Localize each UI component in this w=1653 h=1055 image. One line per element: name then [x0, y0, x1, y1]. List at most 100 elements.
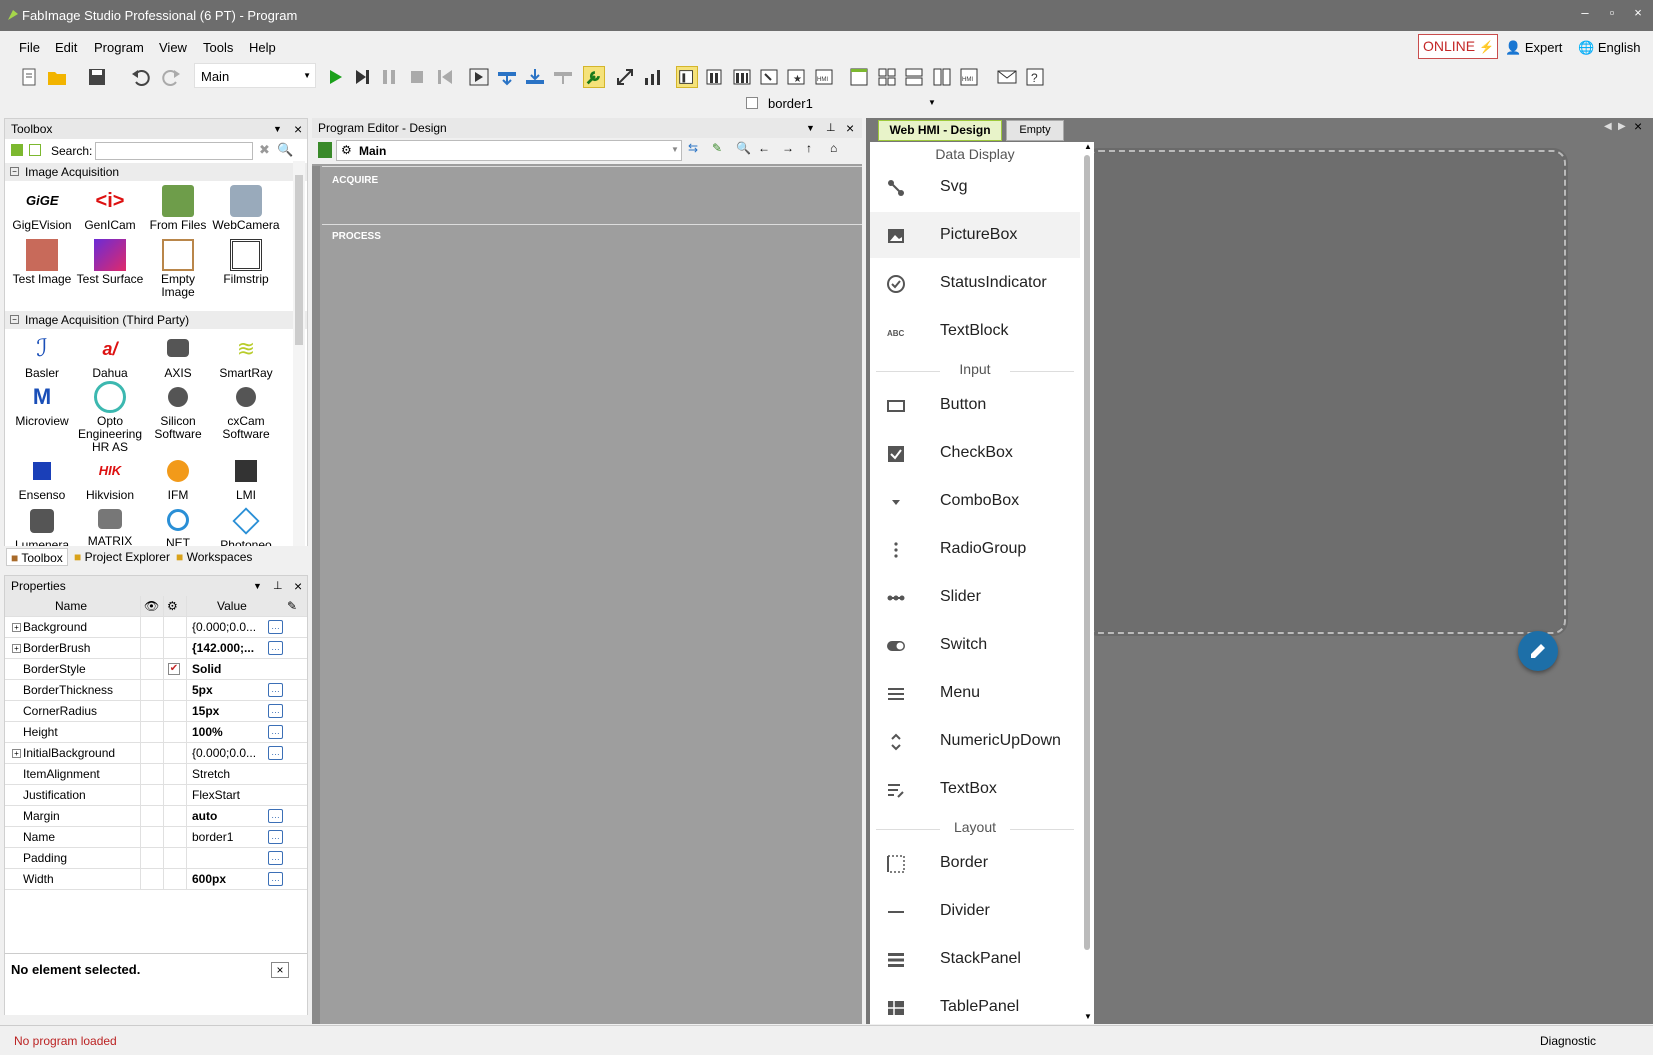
tool-test-surface[interactable]: Test Surface — [75, 239, 145, 286]
undo-icon[interactable] — [130, 66, 152, 88]
palette-item-border[interactable]: Border — [870, 840, 1080, 886]
new-file-icon[interactable] — [18, 66, 40, 88]
tool-webcamera[interactable]: WebCamera — [211, 185, 281, 232]
ellipsis-button[interactable]: … — [268, 809, 283, 823]
palette-item-tablepanel[interactable]: TablePanel — [870, 984, 1080, 1030]
ellipsis-button[interactable]: … — [268, 704, 283, 718]
grid-view-icon[interactable] — [11, 144, 23, 156]
run-icon[interactable] — [324, 66, 346, 88]
property-value[interactable]: Stretch — [192, 764, 230, 785]
menu-help[interactable]: Help — [249, 40, 276, 55]
step-over-icon[interactable] — [496, 66, 518, 88]
menu-file[interactable]: File — [19, 40, 40, 55]
palette-item-statusindicator[interactable]: StatusIndicator — [870, 260, 1080, 306]
tool-from-files[interactable]: From Files — [143, 185, 213, 232]
tool-genicam[interactable]: <i> GenICam — [75, 185, 145, 232]
palette-item-picturebox[interactable]: PictureBox — [870, 212, 1080, 258]
tab-toolbox[interactable]: ■ Toolbox — [6, 548, 68, 566]
palette-item-textblock[interactable]: ABC TextBlock — [870, 308, 1080, 354]
tool-axis[interactable]: AXIS — [143, 333, 213, 380]
tool-smartray[interactable]: ≋ SmartRay — [211, 333, 281, 380]
scroll-down-icon[interactable]: ▼ — [1084, 1012, 1092, 1021]
tab-workspaces[interactable]: ■ Workspaces — [176, 550, 252, 564]
tool-test-image[interactable]: Test Image — [7, 239, 77, 286]
arrow-right-icon[interactable]: → — [782, 141, 794, 155]
palette-item-menu[interactable]: Menu — [870, 670, 1080, 716]
diagnostic-button[interactable]: Diagnostic — [1540, 1034, 1596, 1048]
property-value[interactable]: 100% — [192, 722, 223, 743]
property-row[interactable]: + BorderBrush {142.000;...… — [5, 638, 307, 659]
property-row[interactable]: CornerRadius 15px… — [5, 701, 307, 722]
eye-icon[interactable]: 👁 — [144, 596, 159, 617]
ellipsis-button[interactable]: … — [268, 683, 283, 697]
element-checkbox[interactable] — [746, 97, 758, 109]
selected-element-row[interactable]: border1 ▼ — [738, 93, 938, 115]
tool-lumenera[interactable]: Lumenera — [7, 505, 77, 552]
palette-scroll-thumb[interactable] — [1084, 155, 1090, 950]
step-into-icon[interactable] — [468, 66, 490, 88]
tool-hikvision[interactable]: HIK Hikvision — [75, 455, 145, 502]
save-icon[interactable] — [86, 66, 108, 88]
arrow-left-icon[interactable]: ← — [758, 141, 770, 155]
pause-icon[interactable] — [378, 66, 400, 88]
pin-icon[interactable]: ⊥ — [273, 576, 283, 596]
language-button[interactable]: 🌐 English — [1578, 40, 1640, 56]
view-single-icon[interactable] — [848, 66, 870, 88]
tool-empty-image[interactable]: Empty Image — [143, 239, 213, 299]
search-input[interactable] — [95, 142, 253, 160]
tool-microview[interactable]: M Microview — [7, 381, 77, 428]
scroll-thumb[interactable] — [295, 175, 303, 345]
property-row[interactable]: Justification FlexStart — [5, 785, 307, 806]
tab-empty-view[interactable]: Empty View — [1006, 120, 1064, 155]
step-down-icon[interactable] — [524, 66, 546, 88]
palette-item-stackpanel[interactable]: StackPanel — [870, 936, 1080, 982]
layout-1-button[interactable] — [676, 66, 698, 88]
chevron-down-icon[interactable]: ▼ — [253, 576, 262, 596]
property-row[interactable]: Padding… — [5, 848, 307, 869]
view-hmi-icon[interactable]: HMI — [958, 66, 980, 88]
tool-cxcam-software[interactable]: cxCam Software — [211, 381, 281, 441]
chart-icon[interactable] — [642, 66, 664, 88]
tool-filmstrip[interactable]: Filmstrip — [211, 239, 281, 286]
property-value[interactable]: Solid — [192, 659, 221, 680]
ellipsis-button[interactable]: … — [268, 641, 283, 655]
mail-icon[interactable] — [996, 66, 1018, 88]
palette-item-checkbox[interactable]: CheckBox — [870, 430, 1080, 476]
hmi-border-element[interactable] — [1084, 148, 1568, 636]
property-value[interactable]: border1 — [192, 827, 233, 848]
clear-search-icon[interactable]: ✖ — [259, 142, 270, 158]
property-row[interactable]: Width 600px… — [5, 869, 307, 890]
layout-4-icon[interactable] — [758, 66, 780, 88]
step-out-icon[interactable] — [552, 66, 574, 88]
tool-gigevision[interactable]: GiGE GigEVision — [7, 185, 77, 232]
view-grid-icon[interactable] — [876, 66, 898, 88]
edit-fab-button[interactable] — [1518, 631, 1558, 671]
tool-lmi[interactable]: LMI — [211, 455, 281, 502]
scroll-up-icon[interactable]: ▲ — [1084, 142, 1092, 151]
ellipsis-button[interactable]: … — [268, 851, 283, 865]
group-third-party[interactable]: − Image Acquisition (Third Party) — [5, 311, 307, 329]
tool-net[interactable]: NET — [143, 505, 213, 550]
tool-matrix[interactable]: MATRIX — [75, 505, 145, 548]
tool-opto-engineering[interactable]: Opto Engineering HR AS — [75, 381, 145, 454]
tab-next-icon[interactable]: ▶ — [1618, 121, 1626, 132]
property-value[interactable]: 5px — [192, 680, 213, 701]
palette-item-textbox[interactable]: TextBox — [870, 766, 1080, 812]
expand-icon[interactable]: + — [12, 749, 21, 758]
tool-ensenso[interactable]: Ensenso — [7, 455, 77, 502]
help-icon[interactable]: ? — [1024, 66, 1046, 88]
tab-prev-icon[interactable]: ◀ — [1604, 121, 1612, 132]
palette-item-svg[interactable]: Svg — [870, 164, 1080, 210]
close-button[interactable]: × — [1627, 5, 1649, 25]
property-row[interactable]: + Background {0.000;0.0...… — [5, 617, 307, 638]
view-cols-icon[interactable] — [931, 66, 953, 88]
gear-icon[interactable]: ⚙ — [167, 596, 178, 617]
online-button[interactable]: ONLINE ⚡ — [1418, 34, 1498, 59]
checked-icon[interactable]: ✔ — [168, 663, 180, 675]
collapse-icon[interactable]: − — [10, 315, 19, 324]
tool-photoneo[interactable]: Photoneo — [211, 505, 281, 552]
palette-item-switch[interactable]: Switch — [870, 622, 1080, 668]
chevron-down-icon[interactable]: ▼ — [806, 118, 815, 138]
property-value[interactable]: FlexStart — [192, 785, 240, 806]
close-icon[interactable]: × — [294, 119, 302, 139]
